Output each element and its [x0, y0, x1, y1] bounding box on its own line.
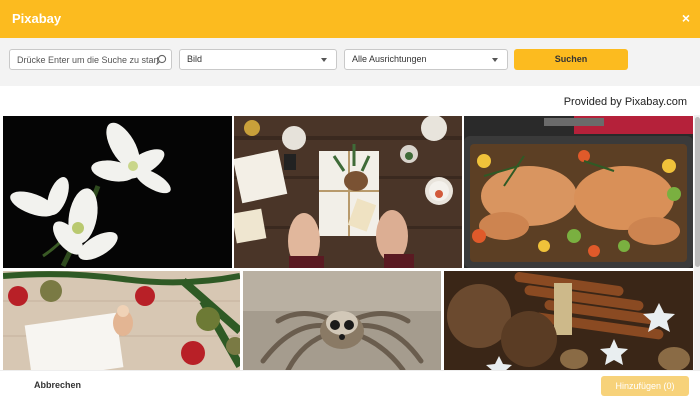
image-tile-gift[interactable] — [234, 116, 462, 268]
scrollbar-thumb[interactable] — [695, 117, 700, 267]
pixabay-dialog: Pixabay × Bild Alle Ausrichtungen Suchen… — [0, 0, 700, 400]
provided-by-label: Provided by Pixabay.com — [563, 96, 687, 108]
chevron-down-icon — [492, 58, 498, 62]
dialog-header: Pixabay × — [0, 0, 700, 38]
orientation-value: Alle Ausrichtungen — [352, 54, 427, 64]
search-input[interactable] — [10, 50, 158, 69]
chicken-image — [464, 116, 693, 268]
card-image — [3, 271, 240, 370]
image-tile-amaryllis[interactable] — [3, 116, 232, 268]
cinnamon-image — [444, 271, 693, 370]
search-bar: Bild Alle Ausrichtungen Suchen — [0, 38, 700, 86]
image-grid — [0, 115, 700, 370]
image-tile-cinnamon[interactable] — [444, 271, 693, 370]
image-tile-card[interactable] — [3, 271, 240, 370]
spider-image — [243, 271, 441, 370]
add-button[interactable]: Hinzufügen (0) — [601, 376, 689, 396]
image-type-value: Bild — [187, 54, 203, 64]
image-tile-spider[interactable] — [243, 271, 441, 370]
search-field[interactable] — [9, 49, 172, 70]
search-icon[interactable] — [155, 54, 167, 66]
image-tile-chicken[interactable] — [464, 116, 693, 268]
gift-image — [234, 116, 462, 268]
dialog-title: Pixabay — [12, 11, 62, 26]
image-type-select[interactable]: Bild — [179, 49, 337, 70]
orientation-select[interactable]: Alle Ausrichtungen — [344, 49, 508, 70]
cancel-button[interactable]: Abbrechen — [34, 380, 81, 390]
dialog-footer: Abbrechen Hinzufügen (0) — [0, 370, 700, 400]
chevron-down-icon — [321, 58, 327, 62]
search-button[interactable]: Suchen — [514, 49, 628, 70]
amaryllis-image — [3, 116, 232, 268]
close-icon[interactable]: × — [682, 9, 690, 27]
